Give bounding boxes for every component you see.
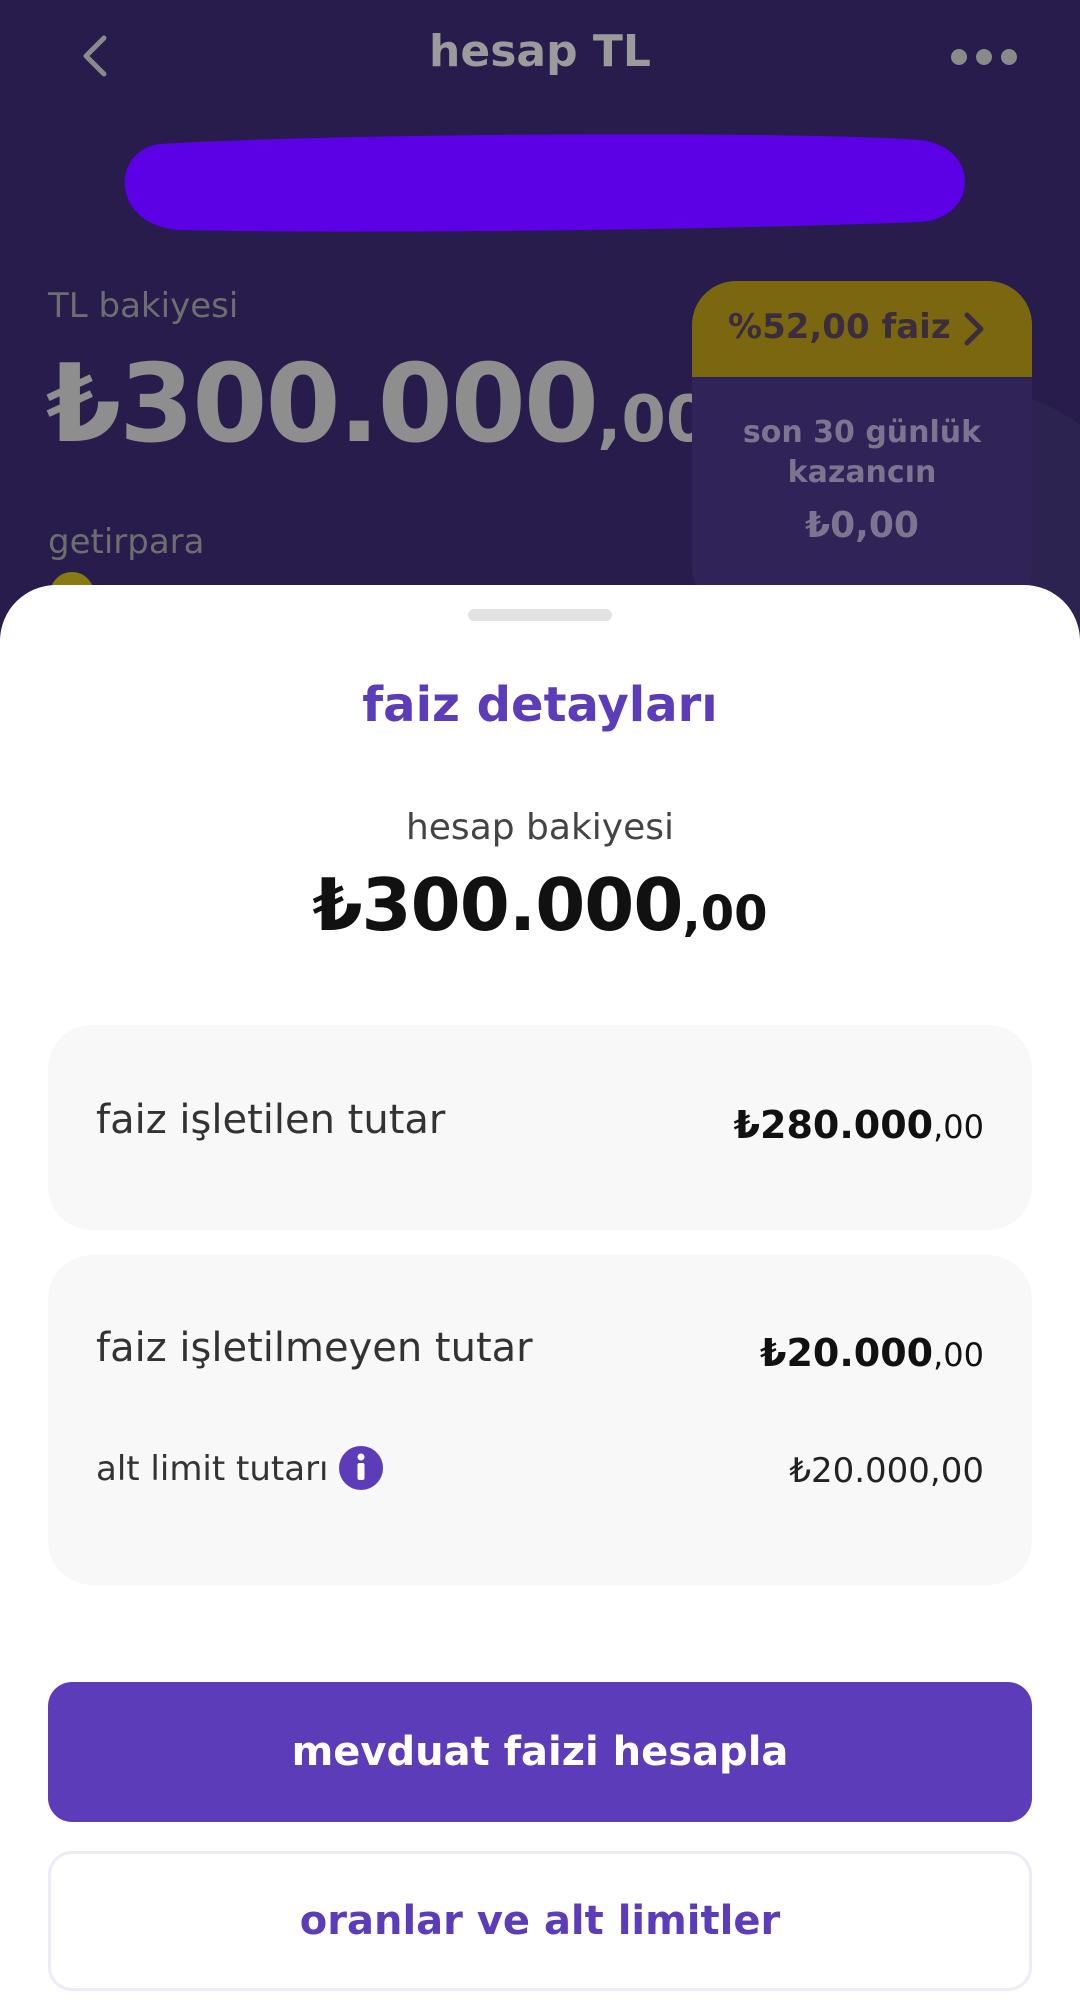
earnings-label-prefix: son	[742, 415, 814, 450]
getirpara-label: getirpara	[48, 522, 205, 562]
earnings-label: son 30 günlük kazancın	[692, 413, 1032, 493]
interest-not-applied-value: ₺20.000,00	[760, 1331, 984, 1375]
sheet-grabber[interactable]	[468, 609, 612, 621]
interest-applied-label: faiz işletilen tutar	[96, 1097, 446, 1143]
info-icon[interactable]	[338, 1445, 384, 1491]
account-balance-decimals: ,00	[682, 886, 768, 942]
earnings-value: ₺0,00	[805, 505, 919, 546]
interest-not-applied-value-decimals: ,00	[933, 1336, 984, 1374]
calculate-interest-button[interactable]: mevduat faizi hesapla	[48, 1682, 1032, 1822]
account-header-background: hesap TL TL bakiyesi ₺300.000,00 getirpa…	[0, 0, 1080, 640]
interest-details-sheet: faiz detayları hesap bakiyesi ₺300.000,0…	[0, 585, 1080, 2015]
interest-not-applied-label: faiz işletilmeyen tutar	[96, 1325, 533, 1371]
interest-rate-card[interactable]: %52,00 faiz son 30 günlük kazancın ₺0,00	[692, 281, 1032, 611]
balance-amount: ₺300.000,00	[46, 342, 710, 467]
interest-not-applied-value-main: ₺20.000	[760, 1331, 934, 1375]
redaction-scribble	[124, 134, 965, 232]
more-horizontal-icon[interactable]	[950, 48, 1018, 66]
interest-applied-card: faiz işletilen tutar ₺280.000,00	[48, 1025, 1032, 1230]
interest-not-applied-card: faiz işletilmeyen tutar ₺20.000,00 alt l…	[48, 1255, 1032, 1585]
balance-label: TL bakiyesi	[48, 286, 239, 326]
balance-amount-main: ₺300.000	[46, 342, 599, 467]
earnings-label-days: 30 günlük	[813, 415, 982, 450]
page-title: hesap TL	[429, 26, 651, 77]
account-balance-main: ₺300.000	[312, 863, 683, 947]
top-bar: hesap TL	[0, 0, 1080, 116]
account-balance-label: hesap bakiyesi	[405, 807, 675, 848]
lower-limit-label: alt limit tutarı	[96, 1449, 329, 1489]
sheet-title: faiz detayları	[362, 677, 718, 733]
rates-and-limits-button[interactable]: oranlar ve alt limitler	[48, 1851, 1032, 1991]
earnings-label-suffix: kazancın	[787, 455, 937, 490]
rate-header[interactable]: %52,00 faiz	[692, 281, 1032, 377]
account-balance-amount: ₺300.000,00	[0, 863, 1080, 947]
chevron-right-icon	[964, 312, 984, 346]
interest-applied-value-decimals: ,00	[933, 1108, 984, 1146]
interest-applied-value: ₺280.000,00	[734, 1103, 984, 1147]
interest-applied-value-main: ₺280.000	[733, 1103, 934, 1147]
lower-limit-value: ₺20.000,00	[789, 1451, 984, 1491]
rate-text: %52,00 faiz	[728, 307, 951, 347]
